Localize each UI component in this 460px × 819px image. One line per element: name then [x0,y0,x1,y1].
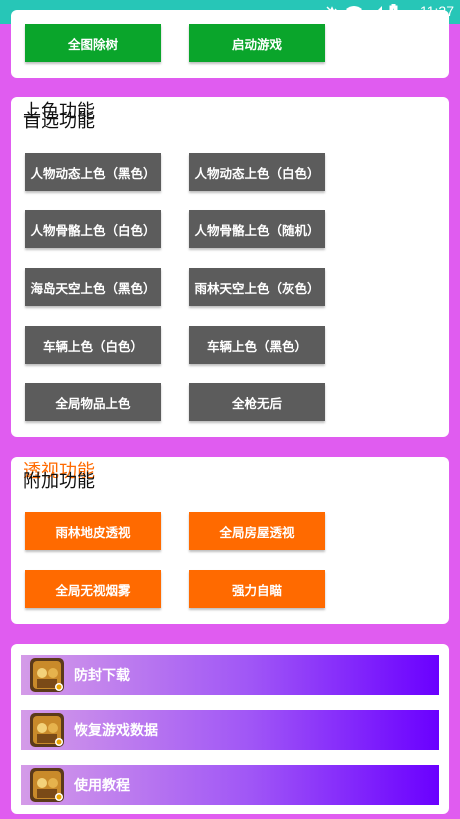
ignore-smoke-button[interactable]: 全局无视烟雾 [25,570,161,608]
top-card: 全图除树 启动游戏 [11,10,449,78]
island-sky-black-button[interactable]: 海岛天空上色（黑色） [25,268,161,306]
restore-game-data-label: 恢复游戏数据 [74,723,158,739]
char-dynamic-black-button[interactable]: 人物动态上色（黑色） [25,153,161,191]
game-icon [30,658,64,692]
global-items-color-button[interactable]: 全局物品上色 [25,383,161,421]
launch-game-button[interactable]: 启动游戏 [189,24,325,62]
xray-title-front: 附加功能 [23,471,95,491]
global-house-xray-button[interactable]: 全局房屋透视 [189,512,325,550]
char-skeleton-random-button[interactable]: 人物骨骼上色（随机） [189,210,325,248]
anti-ban-download-button[interactable]: 防封下载 [21,655,439,695]
tutorial-button[interactable]: 使用教程 [21,765,439,805]
aimbot-button[interactable]: 强力自瞄 [189,570,325,608]
no-recoil-button[interactable]: 全枪无后 [189,383,325,421]
rainforest-ground-xray-button[interactable]: 雨林地皮透视 [25,512,161,550]
tutorial-label: 使用教程 [74,778,130,794]
remove-trees-button[interactable]: 全图除树 [25,24,161,62]
vehicle-black-button[interactable]: 车辆上色（黑色） [189,326,325,364]
char-skeleton-white-button[interactable]: 人物骨骼上色（白色） [25,210,161,248]
game-icon [30,768,64,802]
game-icon [30,713,64,747]
anti-ban-download-label: 防封下载 [74,668,130,684]
vehicle-white-button[interactable]: 车辆上色（白色） [25,326,161,364]
restore-game-data-button[interactable]: 恢复游戏数据 [21,710,439,750]
char-dynamic-white-button[interactable]: 人物动态上色（白色） [189,153,325,191]
rainforest-sky-gray-button[interactable]: 雨林天空上色（灰色） [189,268,325,306]
coloring-title-front: 首选功能 [23,111,95,131]
